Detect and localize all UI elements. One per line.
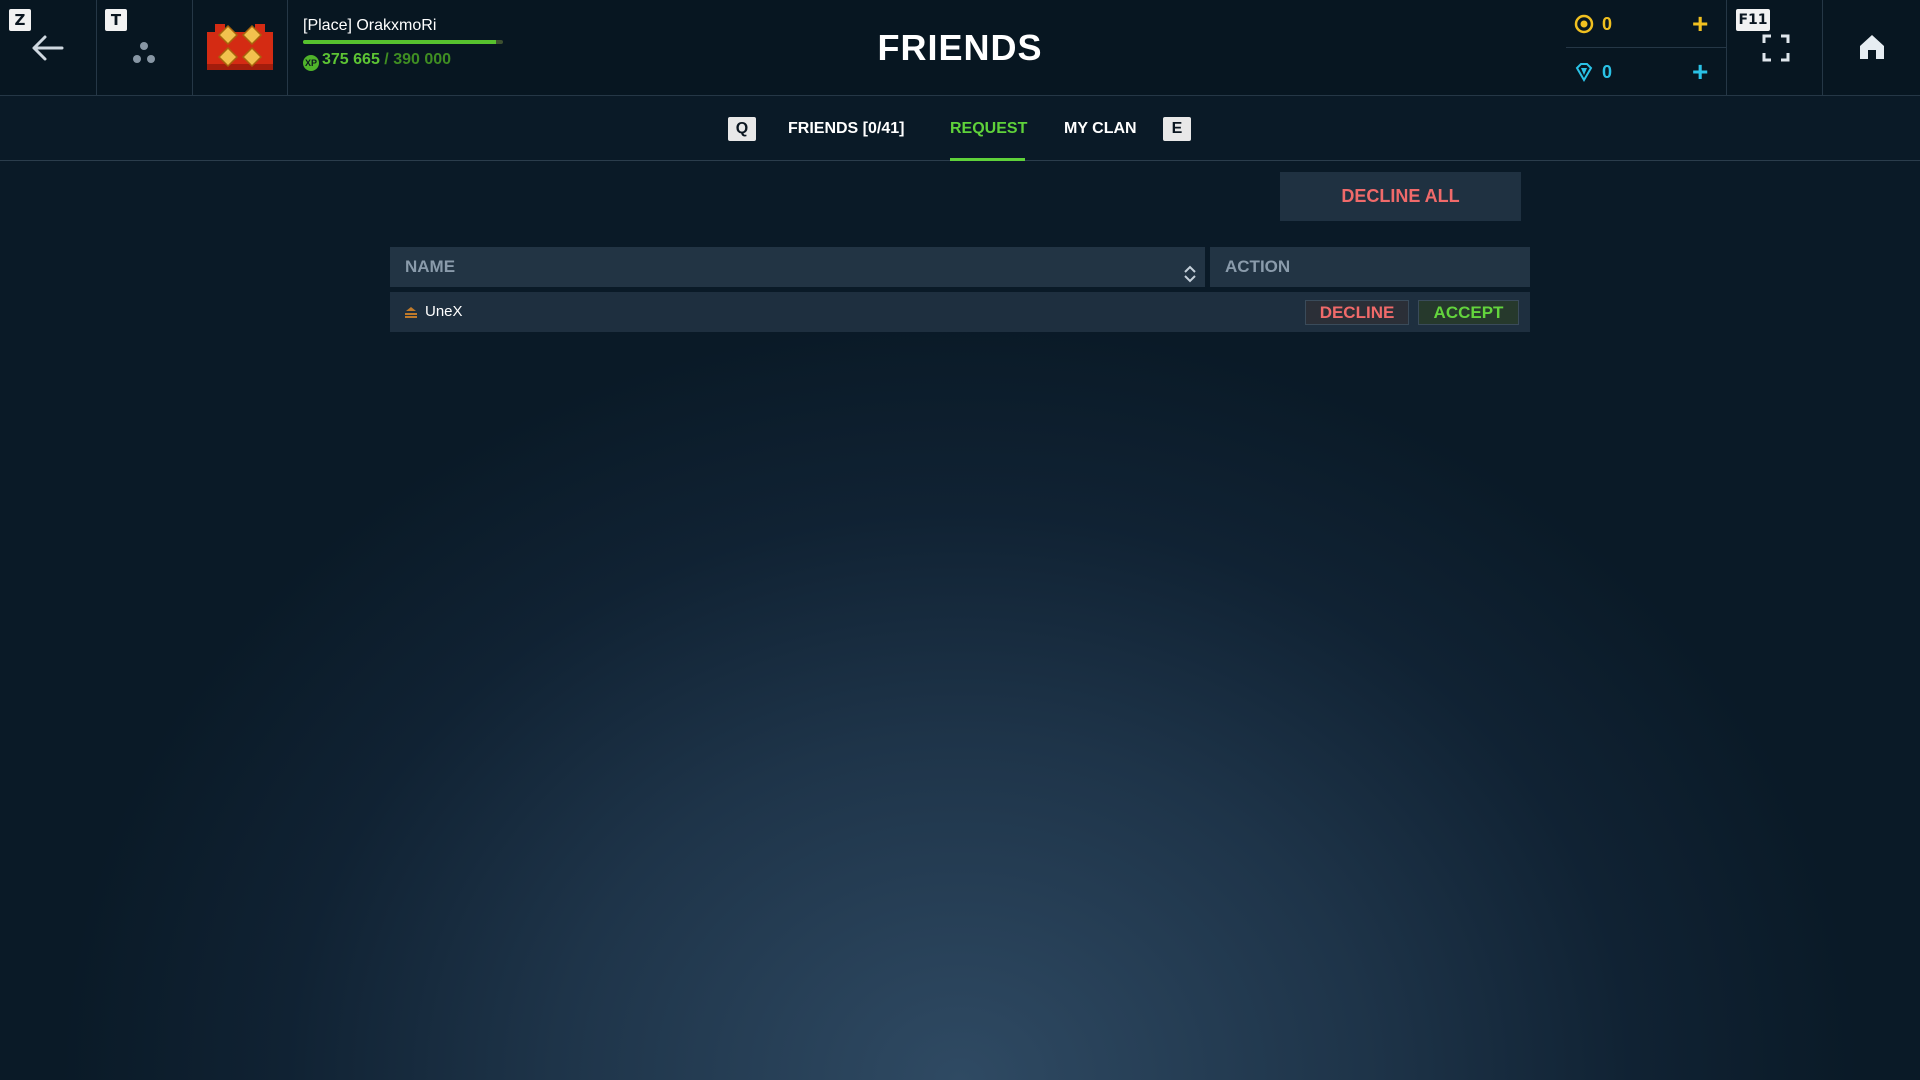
xp-max: 390 000: [393, 51, 452, 68]
top-bar: Z T [Place] OrakxmoRi XP 375 665 / 390 0…: [0, 0, 1920, 96]
next-tab-hotkey[interactable]: E: [1163, 117, 1191, 141]
fullscreen-hotkey: F11: [1736, 9, 1770, 31]
xp-icon: XP: [303, 55, 319, 71]
tab-request[interactable]: REQUEST: [950, 118, 1027, 140]
table-row: UneX DECLINE ACCEPT: [390, 292, 1530, 332]
gold-amount: 0: [1602, 14, 1613, 34]
decline-all-button[interactable]: DECLINE ALL: [1280, 172, 1521, 221]
gem-amount: 0: [1602, 62, 1613, 82]
xp-progress-bar: [303, 40, 503, 44]
xp-separator: /: [384, 51, 389, 68]
column-header-action-label: ACTION: [1225, 257, 1291, 276]
prev-tab-hotkey[interactable]: Q: [728, 117, 756, 141]
arrow-left-icon: [30, 33, 66, 68]
tab-friends[interactable]: FRIENDS [0/41]: [788, 118, 904, 140]
add-gold-button[interactable]: +: [1692, 10, 1708, 38]
column-header-action: ACTION: [1210, 247, 1530, 287]
back-hotkey: Z: [9, 9, 31, 31]
gold-currency: 0 +: [1566, 0, 1726, 48]
rank-emblem-icon: [205, 20, 275, 81]
xp-progress-fill: [303, 40, 496, 44]
add-gems-button[interactable]: +: [1692, 58, 1708, 86]
active-tab-indicator: [950, 158, 1025, 161]
gem-icon: [1574, 62, 1594, 87]
column-header-name-label: NAME: [405, 257, 456, 276]
party-dots-icon: [131, 40, 161, 71]
column-header-name[interactable]: NAME: [390, 247, 1205, 287]
fullscreen-button[interactable]: F11: [1726, 0, 1823, 96]
player-info: [Place] OrakxmoRi XP 375 665 / 390 000: [303, 16, 533, 71]
xp-readout: XP 375 665 / 390 000: [303, 50, 533, 71]
party-hotkey: T: [105, 9, 127, 31]
fullscreen-icon: [1762, 34, 1790, 67]
back-button[interactable]: Z: [0, 0, 97, 96]
rank-chevron-icon: [404, 305, 418, 323]
rank-badge: [193, 0, 288, 96]
tab-bar: Q FRIENDS [0/41] REQUEST MY CLAN E: [0, 97, 1920, 161]
party-button[interactable]: T: [97, 0, 193, 96]
home-icon: [1858, 33, 1886, 66]
gold-coin-icon: [1574, 14, 1594, 39]
gem-currency: 0 +: [1566, 48, 1726, 96]
decline-button[interactable]: DECLINE: [1305, 300, 1409, 325]
player-name: [Place] OrakxmoRi: [303, 17, 437, 34]
request-player-name[interactable]: UneX: [425, 302, 463, 322]
tab-my-clan[interactable]: MY CLAN: [1064, 118, 1137, 140]
home-button[interactable]: [1823, 0, 1920, 96]
accept-button[interactable]: ACCEPT: [1418, 300, 1519, 325]
xp-current: 375 665: [322, 51, 380, 68]
